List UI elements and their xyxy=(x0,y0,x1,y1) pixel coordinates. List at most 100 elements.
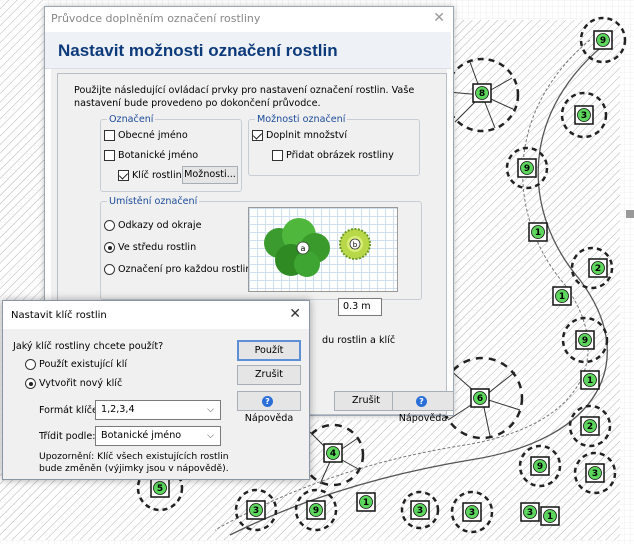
each-plant-radio[interactable]: Označení pro každou rostlinu xyxy=(104,264,258,275)
preview-shrub-a: a xyxy=(264,218,330,277)
apply-button[interactable]: Použít xyxy=(237,340,301,361)
labeling-legend: Označení xyxy=(109,114,154,125)
plant-tag-number: 1 xyxy=(363,498,369,508)
add-quantity-label: Doplnit množství xyxy=(266,130,348,141)
add-image-label: Přidat obrázek rostliny xyxy=(286,150,394,161)
plant-tag-number: 3 xyxy=(253,506,259,516)
key-help-button[interactable]: ? Nápověda xyxy=(237,391,301,424)
plant-tag-number: 1 xyxy=(547,512,553,522)
offset-from-edge-label: Odkazy od okraje xyxy=(118,220,202,231)
plant-tag[interactable]: 4 xyxy=(323,443,343,463)
chevron-down-icon: ⌵ xyxy=(207,431,214,441)
add-image-checkbox[interactable]: Přidat obrázek rostliny xyxy=(272,150,394,161)
sort-select[interactable]: Botanické jméno ⌵ xyxy=(95,426,221,446)
radio-circle-selected[interactable] xyxy=(104,242,115,253)
partial-option-text: du rostlin a klíč xyxy=(322,335,396,346)
common-name-label: Obecné jméno xyxy=(118,130,188,141)
wizard-cancel-button[interactable]: Zrušit xyxy=(334,391,398,411)
checkbox-box[interactable] xyxy=(104,130,115,141)
wizard-heading-band: Nastavit možnosti označení rostlin xyxy=(45,32,451,69)
wizard-title: Průvodce doplněním označení rostliny xyxy=(51,12,261,25)
wizard-close-icon[interactable]: ✕ xyxy=(433,10,445,26)
plant-tag[interactable]: 3 xyxy=(585,463,605,483)
plant-tag[interactable]: 1 xyxy=(580,370,600,390)
wizard-help-label: Nápověda xyxy=(398,413,448,424)
botanical-name-checkbox[interactable]: Botanické jméno xyxy=(104,150,198,161)
checkbox-box-checked[interactable] xyxy=(252,130,263,141)
plant-tag[interactable]: 6 xyxy=(470,388,490,408)
plant-tag[interactable]: 9 xyxy=(517,158,537,178)
format-select[interactable]: 1,2,3,4 ⌵ xyxy=(95,400,221,420)
key-cancel-button[interactable]: Zrušit xyxy=(237,365,301,385)
plant-tag[interactable]: 1 xyxy=(528,222,548,242)
radio-circle[interactable] xyxy=(25,359,36,370)
each-plant-label: Označení pro každou rostlinu xyxy=(118,264,258,275)
plant-tag-number: 1 xyxy=(535,228,541,238)
options-button[interactable]: Možnosti... xyxy=(182,166,238,184)
plant-tag[interactable]: 1 xyxy=(540,506,560,526)
plant-key-checkbox[interactable]: Klíč rostliny xyxy=(118,170,187,181)
plant-tag[interactable]: 8 xyxy=(472,83,492,103)
create-new-radio[interactable]: Vytvořit nový klíč xyxy=(25,378,122,389)
plant-tag-number: 1 xyxy=(559,292,565,302)
plant-key-label: Klíč rostliny xyxy=(132,170,188,181)
sort-label: Třídit podle: xyxy=(39,431,96,442)
plant-tag[interactable]: 3 xyxy=(462,502,482,522)
label-options-legend: Možnosti označení xyxy=(257,114,346,125)
checkbox-box[interactable] xyxy=(104,150,115,161)
plant-tag-number: 9 xyxy=(524,164,530,174)
key-dialog-close-icon[interactable]: ✕ xyxy=(289,306,301,322)
offset-from-edge-radio[interactable]: Odkazy od okraje xyxy=(104,220,202,231)
hatched-bed-west xyxy=(0,0,44,300)
help-icon: ? xyxy=(416,396,427,407)
plant-tag-number: 3 xyxy=(527,508,533,518)
plant-tag[interactable]: 9 xyxy=(593,30,613,50)
center-radio[interactable]: Ve středu rostlin xyxy=(104,242,196,253)
center-label: Ve středu rostlin xyxy=(118,242,197,253)
wizard-intro-text: Použijte následující ovládací prvky pro … xyxy=(74,85,415,109)
placement-preview-image: a b xyxy=(248,207,398,292)
plant-tag-number: 1 xyxy=(587,376,593,386)
plant-tag-number: 9 xyxy=(313,506,319,516)
plant-tag[interactable]: 1 xyxy=(356,492,376,512)
plant-tag[interactable]: 1 xyxy=(552,286,572,306)
radio-circle[interactable] xyxy=(104,220,115,231)
plant-tag[interactable]: 2 xyxy=(580,416,600,436)
checkbox-box[interactable] xyxy=(272,150,283,161)
plant-tag-number: 4 xyxy=(330,449,336,459)
chevron-down-icon: ⌵ xyxy=(207,405,214,415)
wizard-help-button[interactable]: ? Nápověda xyxy=(392,391,454,424)
plant-tag[interactable]: 9 xyxy=(575,330,595,350)
common-name-checkbox[interactable]: Obecné jméno xyxy=(104,130,188,141)
key-help-label: Nápověda xyxy=(244,413,294,424)
preview-shrub-b: b xyxy=(339,228,371,260)
size-input[interactable]: 0.3 m xyxy=(338,298,382,316)
sort-value: Botanické jméno xyxy=(101,430,182,441)
format-value: 1,2,3,4 xyxy=(101,404,135,415)
key-dialog-title: Nastavit klíč rostlin xyxy=(11,310,107,321)
plant-tag[interactable]: 9 xyxy=(530,456,550,476)
radio-circle-selected[interactable] xyxy=(25,378,36,389)
checkbox-box-checked[interactable] xyxy=(118,170,129,181)
label-options-group: Možnosti označení xyxy=(248,114,420,176)
use-existing-radio[interactable]: Použít existující klí xyxy=(25,359,127,370)
key-note: Upozornění: Klíč všech existujících rost… xyxy=(39,451,229,474)
plant-tag[interactable]: 3 xyxy=(410,500,430,520)
plant-tag-number: 9 xyxy=(600,36,606,46)
plant-tag[interactable]: 3 xyxy=(574,105,594,125)
plant-tag-number: 2 xyxy=(587,422,593,432)
add-quantity-checkbox[interactable]: Doplnit množství xyxy=(252,130,347,141)
plant-tag[interactable]: 2 xyxy=(588,258,608,278)
format-label: Formát klíče: xyxy=(39,405,102,416)
use-existing-label: Použít existující klí xyxy=(39,359,128,370)
plant-tag[interactable]: 5 xyxy=(150,478,170,498)
botanical-name-label: Botanické jméno xyxy=(118,150,199,161)
plant-tag-number: 2 xyxy=(595,264,601,274)
radio-circle[interactable] xyxy=(104,264,115,275)
plant-tag[interactable]: 3 xyxy=(520,502,540,522)
plant-tag-number: 3 xyxy=(581,111,587,121)
plant-tag[interactable]: 3 xyxy=(246,500,266,520)
plant-tag[interactable]: 9 xyxy=(306,500,326,520)
plant-tag-number: 8 xyxy=(479,89,485,99)
preview-letter-a: a xyxy=(301,244,306,253)
